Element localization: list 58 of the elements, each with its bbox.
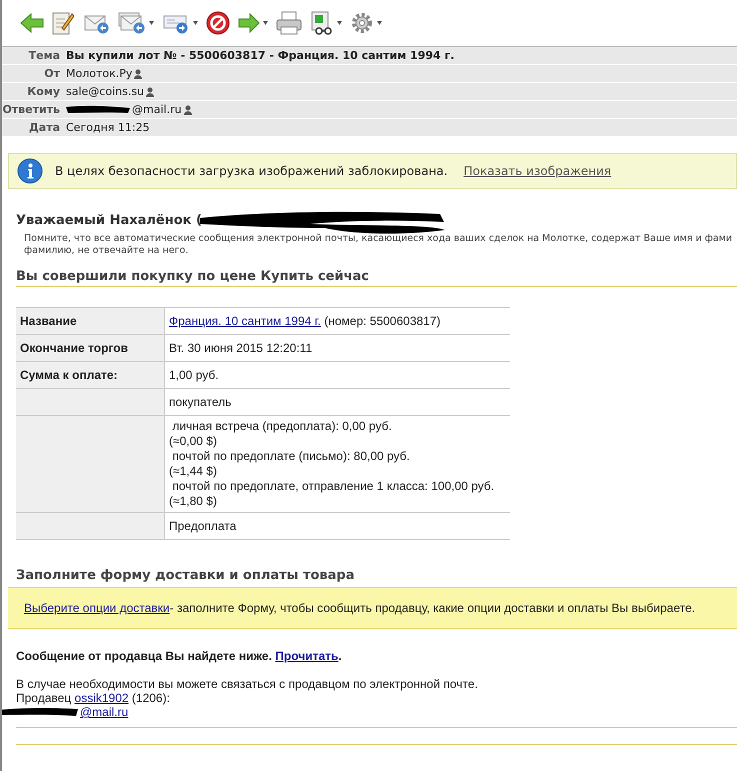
- header-label: Дата: [28, 121, 61, 134]
- seller-email-link[interactable]: @mail.ru: [80, 705, 128, 719]
- forward-arrow-icon[interactable]: [238, 13, 260, 33]
- table-cell-text: почтой по предоплате (письмо): 80,00 руб.: [171, 449, 411, 464]
- table-cell-text: Вт. 30 июня 2015 12:20:11: [169, 340, 314, 356]
- delivery-text: Выберите опции доставки- заполните Форму, чтобы сообщить продавцу, какие опции доставки и оплаты Вы выбираете.: [24, 601, 696, 615]
- lot-link[interactable]: Франция. 10 сантим 1994 г.: [169, 314, 321, 328]
- caret-icon[interactable]: [149, 21, 154, 25]
- table-cell: Название: [20, 314, 77, 328]
- delivery-options-link[interactable]: Выберите опции доставки: [24, 601, 170, 615]
- table-cell-text: Предоплата: [169, 518, 238, 534]
- header-label: От: [43, 67, 61, 80]
- seller-message-text: Сообщение от продавца Вы найдете ниже. Прочитать.: [16, 649, 343, 663]
- table-cell-text: (≈1,80 $): [169, 494, 218, 509]
- info-icon: [17, 158, 43, 184]
- security-message: В целях безопасности загрузка изображений заблокирована.: [55, 164, 448, 178]
- person-icon[interactable]: [134, 68, 142, 78]
- caret-icon[interactable]: [337, 21, 342, 25]
- greeting: Уважаемый Нахалёнок (: [16, 212, 202, 228]
- header-value: Молоток.Ру: [66, 67, 132, 80]
- seller-text: Продавец ossik1902 (1206):: [16, 691, 171, 705]
- settings-icon[interactable]: [350, 11, 374, 35]
- compose-icon[interactable]: [52, 11, 74, 35]
- section-heading: Вы совершили покупку по цене Купить сейчас: [16, 269, 737, 287]
- header-label: Кому: [26, 85, 61, 98]
- table-cell: Окончание торгов: [20, 341, 128, 355]
- table-cell-text: покупатель: [169, 394, 232, 410]
- caret-icon[interactable]: [263, 21, 268, 25]
- table-cell-text: (≈0,00 $): [169, 434, 218, 449]
- table-cell: Сумма к оплате:: [20, 368, 118, 382]
- read-link[interactable]: Прочитать: [275, 649, 338, 663]
- header-label: Ответить: [2, 103, 61, 116]
- header-value: Сегодня 11:25: [66, 121, 150, 134]
- table-cell-text: личная встреча (предоплата): 0,00 руб.: [171, 419, 393, 434]
- header-value: sale@coins.su: [66, 85, 144, 98]
- table-cell-text: Франция. 10 сантим 1994 г. (номер: 5500603817): [169, 314, 442, 328]
- table-cell-text: 1,00 руб.: [169, 368, 220, 382]
- table-cell-text: (≈1,44 $): [169, 464, 218, 479]
- contact-text: В случае необходимости вы можете связаться с продавцом по электронной почте.: [16, 677, 479, 691]
- print-icon[interactable]: [276, 11, 302, 35]
- table-cell-text: почтой по предоплате, отправление 1 класса: 100,00 руб.: [171, 479, 496, 494]
- checklist-glasses-icon[interactable]: [310, 11, 334, 35]
- person-icon[interactable]: [146, 86, 154, 96]
- section-heading: Заполните форму доставки и оплаты товара: [16, 568, 356, 585]
- block-icon[interactable]: [206, 11, 230, 35]
- header-label: Тема: [28, 49, 61, 62]
- header-value: @mail.ru: [132, 103, 182, 116]
- show-images-link[interactable]: Показать изображения: [464, 164, 612, 178]
- seller-link[interactable]: ossik1902: [74, 691, 129, 705]
- redaction-mark: [66, 105, 130, 114]
- notice-text: фамилию, не отвечайте на него.: [24, 245, 190, 257]
- notice-text: Помните, что все автоматические сообщения электронной почты, касающиеся хода ваших сделок на Молотке, содержат Ваше имя и фами: [24, 233, 734, 245]
- reply-all-icon[interactable]: [118, 12, 146, 34]
- caret-icon[interactable]: [377, 21, 382, 25]
- back-arrow-icon[interactable]: [20, 13, 44, 33]
- caret-icon[interactable]: [193, 21, 198, 25]
- header-value: Вы купили лот № - 5500603817 - Франция. 10 сантим 1994 г.: [66, 49, 454, 62]
- person-icon[interactable]: [184, 104, 192, 114]
